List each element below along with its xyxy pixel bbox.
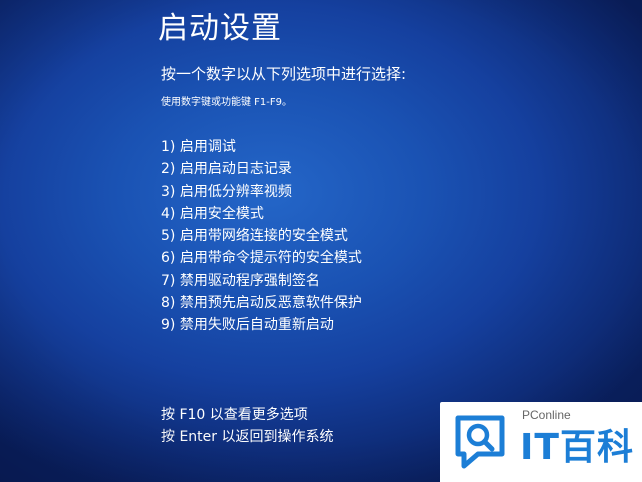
selection-prompt: 按一个数字以从下列选项中进行选择: xyxy=(161,65,407,83)
search-bubble-icon xyxy=(455,415,505,469)
watermark-name: IT百科 xyxy=(520,427,634,468)
more-options-hint[interactable]: 按 F10 以查看更多选项 xyxy=(161,404,333,426)
options-list: 1) 启用调试 2) 启用启动日志记录 3) 启用低分辨率视频 4) 启用安全模… xyxy=(161,136,362,337)
page-title: 启动设置 xyxy=(158,11,282,46)
option-enable-debugging[interactable]: 1) 启用调试 xyxy=(161,136,362,158)
option-safe-mode-command-prompt[interactable]: 6) 启用带命令提示符的安全模式 xyxy=(161,247,362,269)
watermark-brand: PConline xyxy=(522,408,571,422)
key-hint: 使用数字键或功能键 F1-F9。 xyxy=(161,97,293,108)
option-enable-low-resolution-video[interactable]: 3) 启用低分辨率视频 xyxy=(161,181,362,203)
option-disable-driver-signature[interactable]: 7) 禁用驱动程序强制签名 xyxy=(161,270,362,292)
return-to-os-hint[interactable]: 按 Enter 以返回到操作系统 xyxy=(161,426,333,448)
option-safe-mode-networking[interactable]: 5) 启用带网络连接的安全模式 xyxy=(161,225,362,247)
footer-instructions: 按 F10 以查看更多选项 按 Enter 以返回到操作系统 xyxy=(161,404,333,448)
option-disable-auto-restart[interactable]: 9) 禁用失败后自动重新启动 xyxy=(161,314,362,336)
option-disable-early-antimalware[interactable]: 8) 禁用预先启动反恶意软件保护 xyxy=(161,292,362,314)
option-enable-boot-logging[interactable]: 2) 启用启动日志记录 xyxy=(161,158,362,180)
option-enable-safe-mode[interactable]: 4) 启用安全模式 xyxy=(161,203,362,225)
watermark: PConline IT百科 xyxy=(440,402,642,482)
